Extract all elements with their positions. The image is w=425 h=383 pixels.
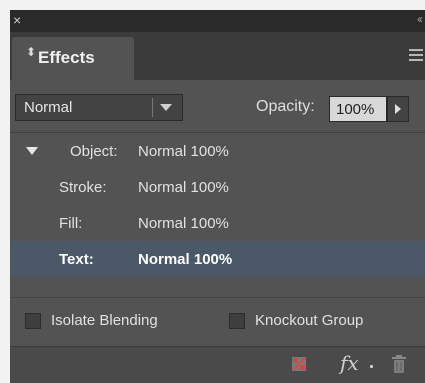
target-label: Object: <box>70 143 118 160</box>
knockout-group-checkbox[interactable] <box>229 313 245 329</box>
opacity-value: 100% <box>336 101 375 118</box>
panel-titlebar: × ‹‹ <box>10 10 425 32</box>
target-row-fill[interactable]: Fill: Normal 100% <box>10 205 425 241</box>
panel-footer: fx <box>10 346 425 383</box>
target-label: Text: <box>59 251 94 268</box>
blend-mode-dropdown[interactable]: Normal <box>15 94 183 121</box>
opacity-label: Opacity: <box>256 98 315 115</box>
knockout-group-label: Knockout Group <box>255 312 364 329</box>
effects-panel: × ‹‹ ⬍ Effects Normal Opacity: 100% Obje… <box>10 10 425 383</box>
tab-effects[interactable]: ⬍ Effects <box>12 37 134 80</box>
opacity-input[interactable]: 100% <box>329 96 387 122</box>
target-value: Normal 100% <box>138 179 229 196</box>
tab-title: Effects <box>38 48 95 67</box>
blend-mode-value: Normal <box>24 99 73 116</box>
target-row-object[interactable]: Object: Normal 100% <box>10 133 425 169</box>
triangle-right-icon <box>395 104 401 114</box>
target-value: Normal 100% <box>138 143 229 160</box>
tab-collapse-icon[interactable]: ⬍ <box>26 46 36 58</box>
target-value: Normal 100% <box>138 251 233 268</box>
chevron-down-icon <box>160 104 172 111</box>
clear-effects-icon[interactable] <box>292 357 306 371</box>
target-row-text[interactable]: Text: Normal 100% <box>10 241 425 277</box>
target-value: Normal 100% <box>138 215 229 232</box>
fx-icon[interactable]: fx <box>340 351 359 375</box>
isolate-blending-checkbox[interactable] <box>25 313 41 329</box>
close-icon[interactable]: × <box>13 13 21 27</box>
divider <box>10 297 425 298</box>
disclosure-triangle-icon[interactable] <box>26 147 38 155</box>
isolate-blending-label: Isolate Blending <box>51 312 158 329</box>
target-label: Fill: <box>59 215 83 232</box>
trash-icon[interactable] <box>391 355 407 373</box>
target-row-stroke[interactable]: Stroke: Normal 100% <box>10 169 425 205</box>
collapse-icon[interactable]: ‹‹ <box>417 13 423 25</box>
target-label: Stroke: <box>59 179 107 196</box>
opacity-slider-button[interactable] <box>387 96 409 122</box>
fx-menu-dot <box>370 365 373 368</box>
panel-menu-icon[interactable] <box>409 49 423 64</box>
dropdown-divider <box>152 98 153 117</box>
panel-tab-bar: ⬍ Effects <box>10 32 425 80</box>
